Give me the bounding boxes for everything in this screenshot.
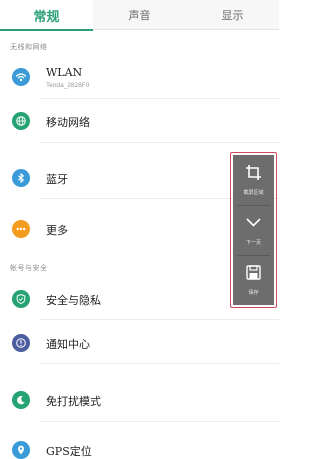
notification-center-label: 通知中心 — [46, 338, 90, 351]
security-privacy-label: 安全与隐私 — [46, 294, 101, 307]
save-icon — [246, 265, 261, 280]
tab-display[interactable]: 显示 — [186, 0, 279, 30]
crop-icon — [246, 165, 261, 180]
divider — [40, 421, 279, 422]
do-not-disturb-label: 免打扰模式 — [46, 395, 101, 408]
gps-label: GPS定位 — [46, 445, 92, 458]
save-button[interactable]: 保存 — [233, 255, 274, 305]
more-dots-icon — [12, 220, 30, 238]
tab-bar: 常规 声音 显示 — [0, 0, 279, 31]
settings-item-mobile-network[interactable]: 移动网络 — [0, 99, 279, 143]
chevron-down-icon — [246, 218, 261, 227]
tab-general[interactable]: 常规 — [0, 0, 93, 31]
settings-item-notification-center[interactable]: 通知中心 — [0, 320, 279, 364]
divider — [40, 363, 279, 364]
wlan-label: WLAN — [46, 66, 83, 79]
section-header-account: 帐号与安全 — [10, 264, 48, 272]
shield-icon — [12, 290, 30, 308]
settings-item-wlan[interactable]: WLAN Tenda_2828F0 — [0, 55, 279, 99]
mobile-network-label: 移动网络 — [46, 116, 90, 129]
more-label: 更多 — [46, 224, 68, 237]
globe-icon — [12, 112, 30, 130]
bluetooth-icon — [12, 169, 30, 187]
moon-icon — [12, 391, 30, 409]
save-label: 保存 — [248, 290, 259, 296]
wlan-network-name: Tenda_2828F0 — [46, 82, 90, 89]
settings-item-do-not-disturb[interactable]: 免打扰模式 — [0, 378, 279, 422]
next-page-label: 下一页 — [245, 240, 261, 246]
wifi-icon — [12, 68, 30, 86]
settings-item-gps[interactable]: GPS定位 — [0, 432, 279, 459]
crop-area-label: 截屏区域 — [243, 190, 264, 196]
next-page-button[interactable]: 下一页 — [233, 205, 274, 255]
tab-sound[interactable]: 声音 — [93, 0, 186, 30]
scroll-screenshot-panel: 截屏区域 下一页 保存 — [233, 155, 274, 305]
divider — [40, 142, 279, 143]
crop-area-button[interactable]: 截屏区域 — [233, 155, 274, 205]
bluetooth-label: 蓝牙 — [46, 173, 68, 186]
location-pin-icon — [12, 441, 30, 459]
section-header-network: 无线和网络 — [10, 43, 48, 51]
alert-icon — [12, 334, 30, 352]
